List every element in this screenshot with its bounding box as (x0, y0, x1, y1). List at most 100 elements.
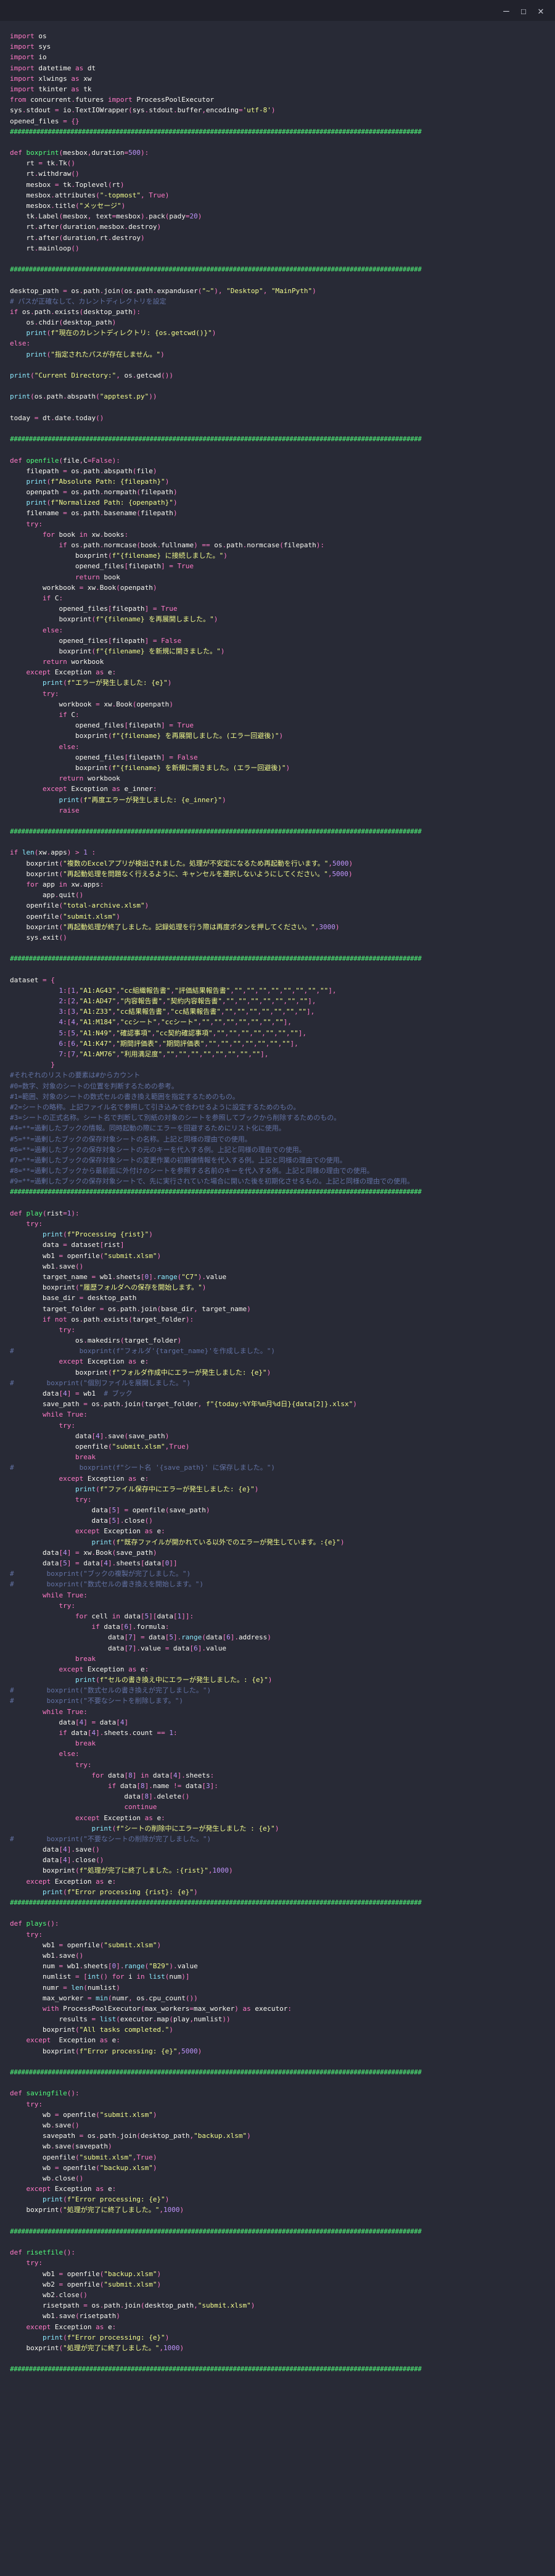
code-line: 6:[6,"A1:K47","期間評価表","期間評価表","","","","… (59, 1039, 298, 1048)
code-line: except Exception as e: (26, 2036, 120, 2045)
code-line: desktop_path = os.path.join(os.path.expa… (10, 286, 316, 295)
code-line: opened_files = {} (10, 117, 80, 125)
code-line: sys.stdout = io.TextIOWrapper(sys.stdout… (10, 106, 276, 115)
code-line: wb = openfile("submit.xlsm") (10, 2110, 157, 2119)
code-line: data[7].value = data[6].value (10, 1644, 227, 1652)
code-line: except Exception as e: (26, 668, 117, 677)
code-line: opened_files[filepath] = True (10, 721, 194, 730)
code-line: data = dataset[rist] (10, 1241, 125, 1249)
code-line: ########################################… (10, 2068, 422, 2076)
code-line: opened_files[filepath] = True (10, 605, 178, 613)
code-line: from concurrent.futures import ProcessPo… (10, 96, 215, 104)
code-line: boxprint(f"{filename} に接続しました。") (10, 552, 228, 560)
code-line: #6=**=過剰したブックの保存対象シートの元のキーを代入する例。上記と同様の理… (10, 1145, 306, 1154)
code-line: boxprint("再起動処理が終了しました。記録処理を行う際は再度ボタンを押し… (10, 922, 340, 931)
code-line: try: (26, 1220, 43, 1228)
code-line: import os (10, 32, 47, 40)
code-line: ########################################… (10, 1899, 422, 1907)
code-line: print(f"ファイル保存中にエラーが発生しました: {e}") (75, 1485, 259, 1493)
code-line: print("指定されたパスが存在しません。") (26, 350, 165, 358)
code-line: for cell in data[5][data[1]]: (75, 1612, 194, 1620)
code-line: except Exception as e: (26, 1877, 117, 1886)
code-line: save_path = os.path.join(target_folder, … (10, 1400, 357, 1409)
code-line: return book (75, 573, 120, 581)
code-line: boxprint("再起動処理を問題なく行えるように、キャンセルを選択しないよう… (10, 869, 353, 878)
code-line: print(f"Error processing: {e}") (42, 2333, 170, 2342)
code-line: try: (26, 2259, 43, 2267)
code-line: wb1 = openfile("backup.xlsm") (10, 2269, 162, 2278)
code-line: savepath = os.path.join(desktop_path,"ba… (10, 2132, 251, 2140)
code-line: except Exception as e: (26, 2322, 117, 2331)
code-line: base_dir = desktop_path (10, 1294, 137, 1302)
code-line: ########################################… (10, 265, 422, 274)
code-line: boxprint("複数のExcelアプリが検出されました。処理が不安定になるた… (10, 859, 353, 868)
code-line: data[4] = xw.Book(save_path) (10, 1548, 157, 1557)
code-line: continue (124, 1803, 157, 1812)
code-line: 2:[2,"A1:AD47","内容報告書","契約内容報告書","","","… (59, 997, 316, 1006)
code-line: wb2.close() (10, 2290, 88, 2299)
code-line: else: (10, 339, 31, 348)
code-line: def risetfile(): (10, 2248, 75, 2257)
code-line: wb2 = openfile("submit.xlsm") (10, 2280, 162, 2288)
code-line: os.makedirs(target_folder) (10, 1336, 182, 1345)
code-line: boxprint("All tasks completed.") (10, 2026, 173, 2034)
code-line: # パスが正確なして、カレントディレクトリを設定 (10, 297, 166, 305)
code-line: except Exception as e: (75, 1527, 165, 1536)
code-area[interactable]: import os import sys import io import datet… (10, 31, 546, 2572)
code-line: boxprint(f"フォルダ作成中にエラーが発生しました: {e}") (10, 1368, 271, 1377)
code-line: while True: (42, 1707, 88, 1716)
code-line: print(f"Processing {rist}") (42, 1230, 153, 1239)
code-line: rt.after(duration,rt.destroy) (10, 233, 145, 242)
code-line: print(f"現在のカレントディレクトリ: {os.getcwd()}") (26, 329, 216, 338)
code-line: workbook = xw.Book(openpath) (10, 583, 157, 592)
code-line: data[8].delete() (10, 1792, 190, 1801)
code-line: if os.path.exists(desktop_path): (10, 307, 141, 316)
code-line: boxprint("処理が完了に終了しました。",1000) (10, 2206, 184, 2214)
code-line: openfile("total-archive.xlsm") (10, 901, 149, 910)
code-line: def openfile(file,C=False): (10, 456, 120, 465)
code-line: 7:[7,"A1:AM76","利用満足度","","","","","",""… (59, 1050, 269, 1058)
minimize-icon[interactable]: — (500, 4, 513, 17)
code-line: data[4].close() (10, 1856, 104, 1865)
code-line: try: (26, 520, 43, 528)
code-line: data[5].close() (10, 1517, 153, 1525)
code-line: try: (26, 1930, 43, 1939)
code-line: try: (59, 1601, 75, 1610)
code-line: print(f"エラーが発生しました: {e}") (42, 679, 172, 687)
code-line: rt.after(duration,mesbox.destroy) (10, 223, 162, 231)
maximize-icon[interactable]: ☐ (517, 4, 530, 17)
code-line: target_name = wb1.sheets[0].range("C7").… (10, 1272, 227, 1281)
code-line: if C: (42, 594, 64, 602)
code-line: data[5] = openfile(save_path) (10, 1506, 210, 1515)
code-line: ########################################… (10, 827, 422, 836)
code-line: max_worker = min(numr, os.cpu_count()) (10, 1994, 198, 2002)
code-line: ########################################… (10, 2227, 422, 2235)
code-line: ########################################… (10, 2365, 422, 2374)
code-line: #5=**=過剰したブックの保存対象シートの名称。上記と同様の理由での使用。 (10, 1135, 252, 1143)
code-line: } (51, 1061, 55, 1069)
code-line: else: (59, 742, 80, 751)
code-line: # boxprint("不要なシートを削除します。") (10, 1697, 183, 1705)
code-line: if data[6].formula: (91, 1623, 170, 1631)
code-line: openpath = os.path.normpath(filepath) (10, 488, 178, 497)
code-line: workbook = xw.Book(openpath) (10, 700, 173, 708)
close-icon[interactable]: ✕ (534, 4, 548, 17)
code-line: for book in xw.books: (42, 530, 129, 539)
code-line: #3=シートの正式名称。シート名で判断して別紙の対象のシートを参照してブックから… (10, 1114, 341, 1122)
code-line: break (75, 1654, 96, 1663)
code-line: mesbox = tk.Toplevel(rt) (10, 180, 125, 189)
code-line: boxprint(f"Error processing: {e}",5000) (10, 2047, 202, 2055)
code-line: return workbook (59, 774, 120, 783)
code-line: try: (75, 1760, 92, 1769)
code-line: data[4] = wb1 # ブック (10, 1389, 133, 1398)
code-line: wb1.save() (10, 1951, 84, 1960)
code-line: ########################################… (10, 127, 422, 136)
